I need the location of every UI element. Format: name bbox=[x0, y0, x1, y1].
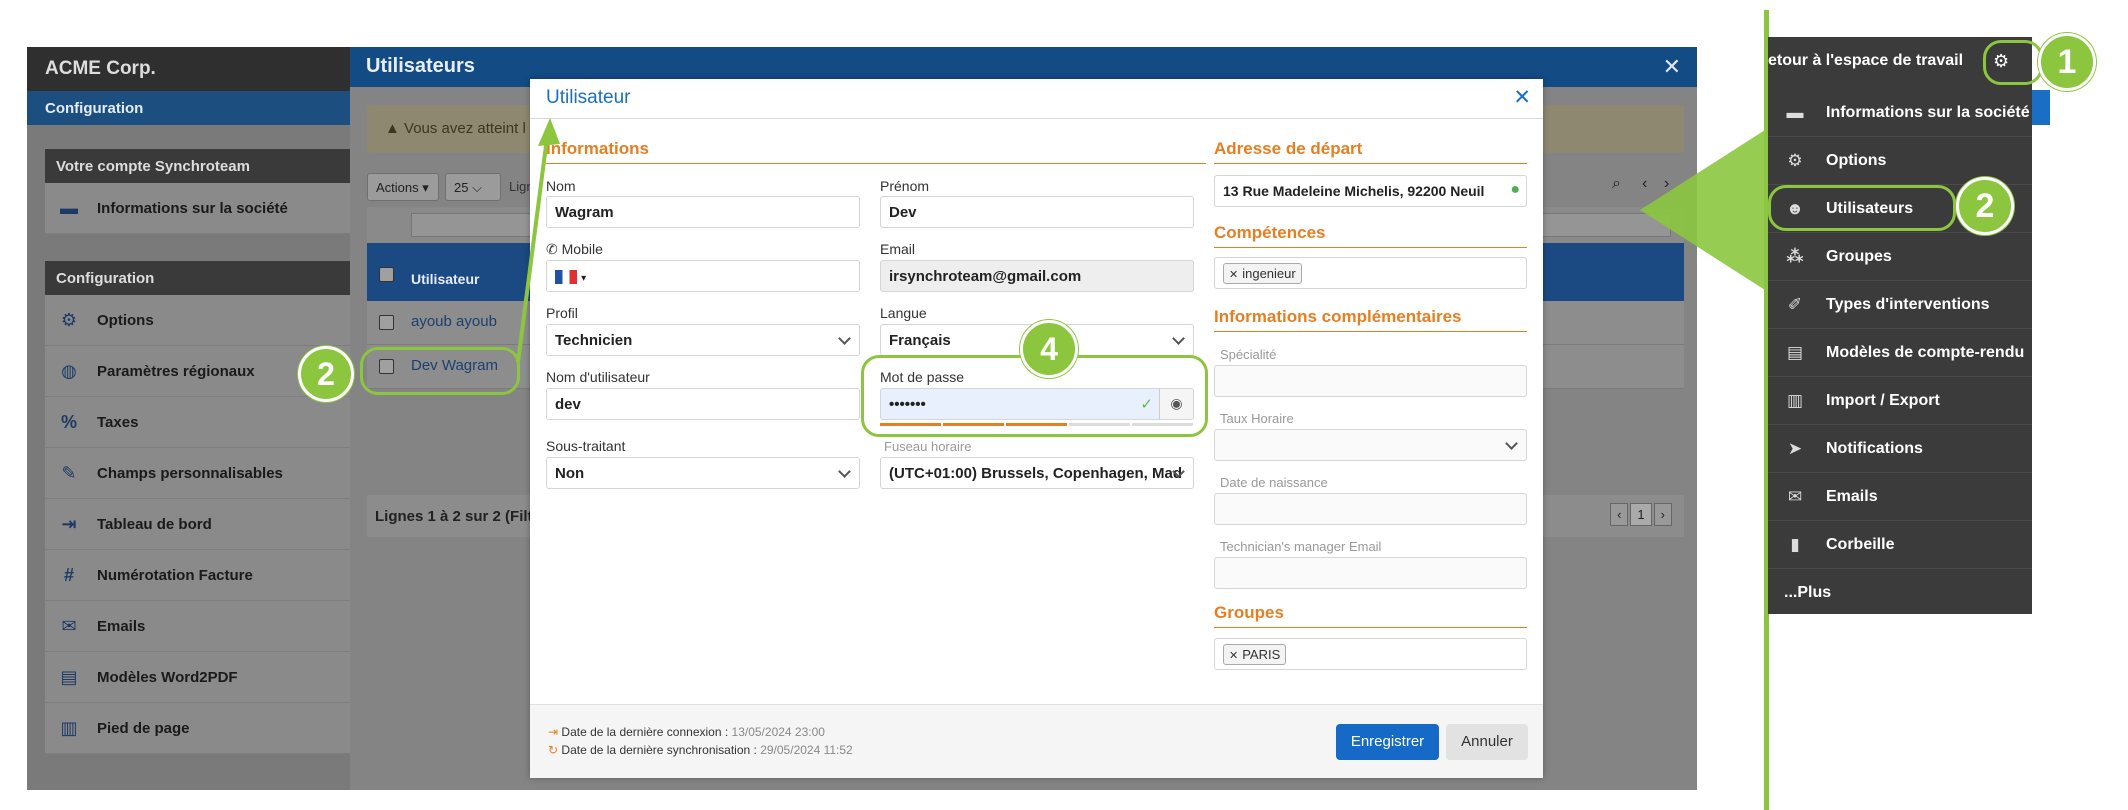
callout-triangle bbox=[1640, 130, 1765, 290]
callout-ring bbox=[1983, 40, 2043, 85]
callout-badge-4: 4 bbox=[1020, 320, 1078, 378]
callout-badge-1: 1 bbox=[2038, 33, 2096, 91]
callout-badge-2: 2 bbox=[1956, 177, 2014, 235]
callout-badge-2: 2 bbox=[298, 346, 354, 402]
callout-ring bbox=[360, 347, 520, 395]
callout-ring bbox=[1768, 185, 1956, 231]
arrow-line bbox=[516, 129, 550, 363]
arrow-head bbox=[538, 118, 560, 146]
